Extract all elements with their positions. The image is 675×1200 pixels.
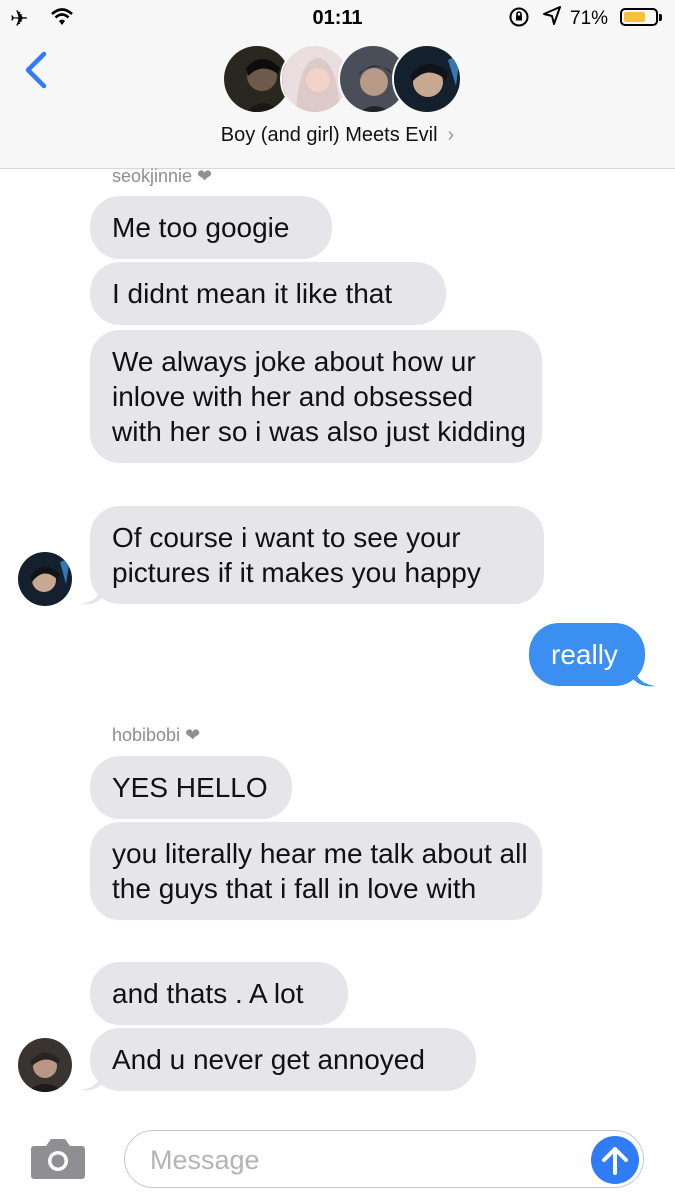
sender-name: seokjinnie ❤ — [112, 166, 213, 186]
group-name[interactable]: Boy (and girl) Meets Evil › — [0, 124, 675, 147]
send-button[interactable] — [591, 1136, 639, 1184]
sender-name: hobibobi ❤ — [112, 725, 201, 745]
incoming-bubble[interactable]: you literally hear me talk about all the… — [90, 822, 542, 920]
status-bar: ✈ 01:11 71% — [0, 0, 675, 38]
incoming-bubble[interactable]: I didnt mean it like that — [90, 262, 446, 325]
avatar[interactable] — [18, 552, 72, 606]
avatar[interactable] — [18, 1038, 72, 1092]
camera-button[interactable] — [30, 1136, 86, 1180]
back-button[interactable] — [20, 50, 60, 94]
conversation-header: ✈ 01:11 71% Boy (and girl) Meets Evil › — [0, 0, 675, 169]
group-name-label: Boy (and girl) Meets Evil — [220, 124, 438, 146]
location-icon — [542, 5, 562, 32]
group-avatars[interactable] — [222, 44, 462, 116]
send-arrow-icon — [602, 1147, 628, 1175]
incoming-bubble[interactable]: Me too googie — [90, 196, 332, 259]
avatar — [392, 44, 462, 114]
incoming-bubble[interactable]: and thats . A lot — [90, 962, 348, 1025]
bubble-tail — [80, 584, 102, 605]
back-chevron-icon — [25, 51, 47, 89]
message-placeholder: Message — [150, 1145, 260, 1175]
chevron-right-icon: › — [447, 124, 455, 146]
incoming-bubble[interactable]: And u never get annoyed — [90, 1028, 476, 1091]
camera-icon — [31, 1139, 85, 1179]
battery-icon — [620, 8, 662, 26]
outgoing-bubble[interactable]: really — [529, 623, 645, 686]
incoming-bubble[interactable]: Of course i want to see your pictures if… — [90, 506, 544, 604]
battery-percent: 71% — [570, 8, 609, 29]
incoming-bubble[interactable]: YES HELLO — [90, 756, 292, 819]
incoming-bubble[interactable]: We always joke about how ur inlove with … — [90, 330, 542, 463]
bubble-tail — [80, 1070, 102, 1091]
rotation-lock-icon — [508, 6, 530, 33]
bubble-tail — [634, 666, 656, 687]
message-input[interactable]: Message — [124, 1130, 644, 1188]
